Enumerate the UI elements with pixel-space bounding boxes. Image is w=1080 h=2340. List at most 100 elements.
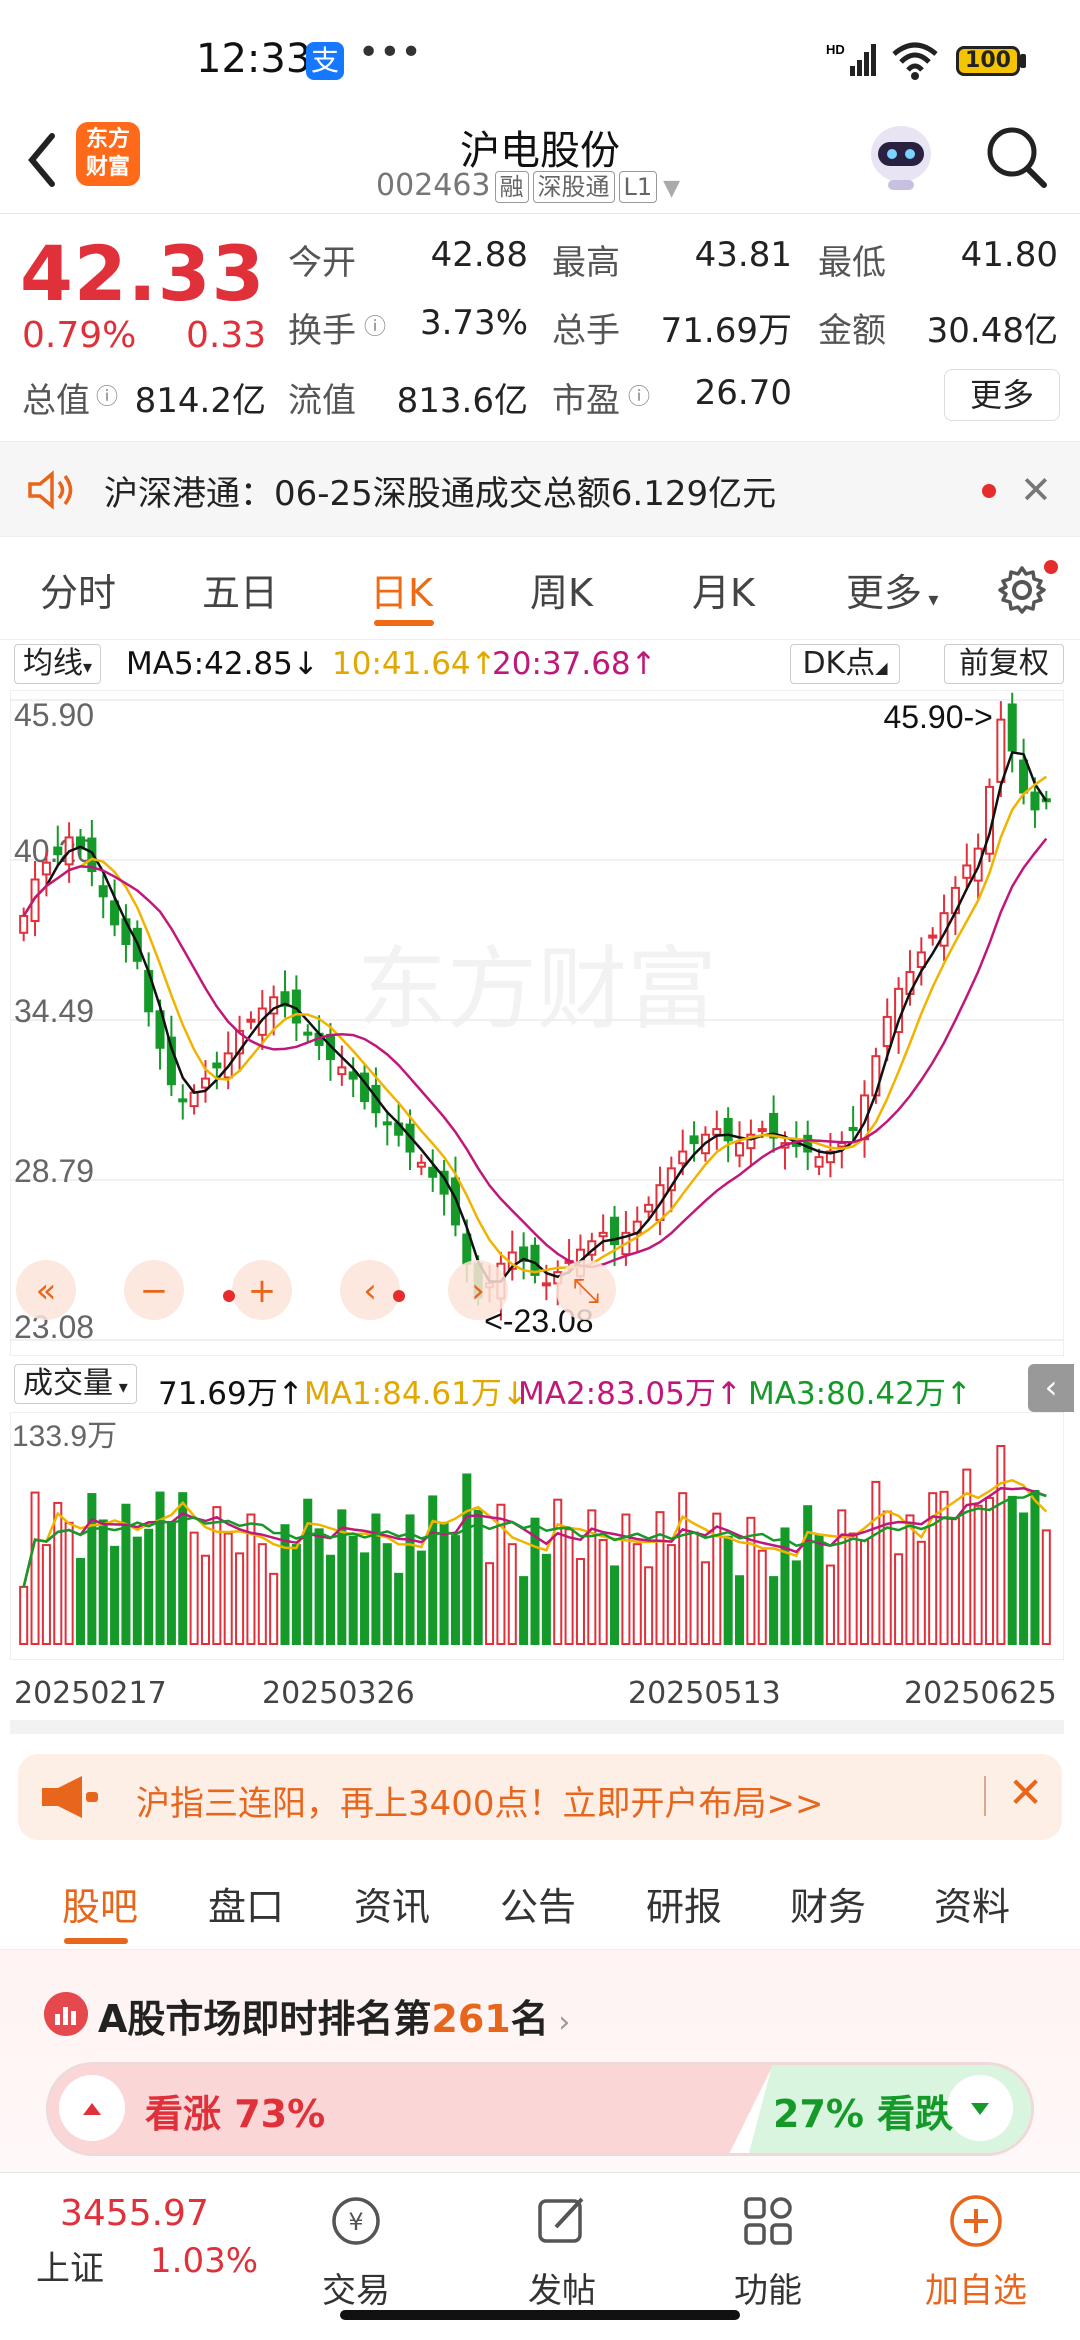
close-icon[interactable]: ✕ (1020, 468, 1052, 512)
volume-bar (53, 1501, 63, 1646)
candle (848, 1126, 858, 1131)
vote-up-button[interactable] (59, 2075, 125, 2141)
candle (1007, 703, 1017, 752)
volume-bar (564, 1528, 574, 1645)
volume-bar (189, 1531, 199, 1645)
tab-announcements[interactable]: 公告 (500, 1876, 576, 1931)
chart-scroll-left-icon[interactable]: « (16, 1260, 76, 1320)
arrow-up-icon: ↑ (945, 1376, 972, 1412)
chart-bottom-divider (10, 1720, 1064, 1734)
tab-five-day[interactable]: 五日 (202, 562, 278, 617)
back-icon[interactable] (22, 128, 62, 192)
stock-code-row[interactable]: 002463 融深股通 L1 ▼ (376, 168, 680, 203)
volume-bar (41, 1544, 51, 1645)
vote-down-button[interactable] (947, 2075, 1013, 2141)
functions-grid-icon[interactable] (738, 2191, 798, 2251)
close-icon[interactable]: ✕ (1008, 1768, 1043, 1817)
tab-intraday[interactable]: 分时 (40, 562, 116, 617)
pe-value: 26.70 (694, 373, 792, 413)
y-tick-label: 34.49 (14, 993, 94, 1029)
info-icon[interactable]: ⓘ (628, 379, 650, 411)
triangle-up-icon (83, 2103, 101, 2115)
control-glyph: − (140, 1271, 169, 1311)
gear-icon[interactable] (996, 564, 1048, 616)
post-icon[interactable] (532, 2191, 592, 2251)
volume-indicator-selector[interactable]: 成交量 ▾ (14, 1364, 137, 1404)
add-circle-icon[interactable] (946, 2191, 1006, 2251)
pe-label: 市盈 (552, 381, 620, 421)
tab-research[interactable]: 研报 (646, 1876, 722, 1931)
collapse-panel-button[interactable]: ‹ (1028, 1364, 1074, 1412)
tag-level: L1 (618, 171, 658, 203)
volume-bar (1041, 1529, 1051, 1645)
tab-weekly-k[interactable]: 周K (530, 562, 593, 617)
volume-bar (644, 1566, 654, 1645)
eastmoney-logo[interactable]: 东方财富 (76, 122, 140, 186)
nav-post[interactable]: 发帖 (502, 2263, 622, 2312)
low-label: 最低 (818, 243, 886, 283)
volume-bar (394, 1572, 404, 1646)
assistant-robot-icon[interactable] (866, 114, 936, 194)
chart-next-icon[interactable]: › (448, 1260, 508, 1320)
open-value: 42.88 (430, 235, 528, 275)
vol-legend: 71.69万↑ (158, 1368, 304, 1413)
candle (348, 1071, 358, 1080)
nav-add-watchlist[interactable]: 加自选 (916, 2263, 1036, 2312)
promo-banner[interactable]: 沪指三连阳，再上3400点！立即开户布局>> ✕ (18, 1754, 1062, 1840)
chevron-down-icon: ▼ (663, 176, 681, 201)
volume-bar (859, 1539, 870, 1646)
trade-icon[interactable]: ¥ (326, 2191, 386, 2251)
adjust-mode-button[interactable]: 前复权 (944, 644, 1064, 684)
volume-bar (541, 1553, 551, 1645)
vol-ma1-legend: MA1:84.61万↓ (304, 1368, 528, 1413)
ma-selector[interactable]: 均线▾ (14, 644, 102, 684)
index-ticker[interactable]: 3455.97 上证 1.03% (0, 2173, 260, 2313)
volume-bar (269, 1572, 279, 1646)
volume-chart[interactable]: 133.9万 (10, 1412, 1064, 1660)
volume-bar (439, 1521, 449, 1645)
low-value: 41.80 (960, 235, 1058, 275)
volume-bar (791, 1560, 801, 1645)
candlestick-chart[interactable]: 东方财富45.9040.2034.4928.7923.0845.90-><-23… (10, 690, 1064, 1356)
y-tick-label: 28.79 (14, 1153, 94, 1189)
index-name: 上证 (36, 2249, 104, 2289)
search-icon[interactable] (984, 122, 1050, 192)
tab-more[interactable]: 更多 ▾ (846, 562, 938, 617)
info-icon[interactable]: ⓘ (96, 379, 118, 411)
volume-bar (769, 1576, 779, 1645)
ma10-value: 10:41.64 (332, 646, 471, 682)
candle (189, 1091, 199, 1108)
info-icon[interactable]: ⓘ (364, 309, 386, 341)
more-quote-button[interactable]: 更多 (944, 369, 1060, 421)
volume-bar (780, 1527, 790, 1645)
dk-point-button[interactable]: DK点◢ (790, 644, 900, 684)
candle (462, 1233, 472, 1265)
nav-trade[interactable]: 交易 (296, 2263, 416, 2312)
rank-text[interactable]: A股市场即时排名第261名 › (98, 1988, 570, 2043)
tab-financials[interactable]: 财务 (790, 1876, 866, 1931)
nav-functions[interactable]: 功能 (708, 2263, 828, 2312)
tab-profile[interactable]: 资料 (934, 1876, 1010, 1931)
vol-ma2-legend: MA2:83.05万↑ (518, 1368, 742, 1413)
tag-connect: 深股通 (532, 171, 615, 203)
fullscreen-icon[interactable]: ⤡ (556, 1260, 616, 1320)
tab-daily-k[interactable]: 日K (370, 562, 433, 617)
chart-prev-icon[interactable]: ‹ (340, 1260, 400, 1320)
candle (916, 951, 926, 968)
zoom-out-icon[interactable]: − (124, 1260, 184, 1320)
tab-monthly-k[interactable]: 月K (692, 562, 755, 617)
tab-order-book[interactable]: 盘口 (208, 1876, 284, 1931)
caret-down-icon: ▾ (922, 587, 939, 611)
zoom-in-icon[interactable]: + (232, 1260, 292, 1320)
tab-news[interactable]: 资讯 (354, 1876, 430, 1931)
candle (41, 861, 51, 876)
control-glyph: › (471, 1271, 485, 1311)
tab-forum[interactable]: 股吧 (62, 1876, 138, 1931)
news-ticker[interactable]: 沪深港通：06-25深股通成交总额6.129亿元 ✕ (0, 441, 1080, 537)
battery-icon: 100 (956, 46, 1020, 76)
speaker-icon (28, 470, 73, 510)
candle (723, 1118, 733, 1142)
candle (178, 1098, 188, 1103)
candle (1019, 759, 1029, 794)
volume-bar (98, 1519, 108, 1645)
